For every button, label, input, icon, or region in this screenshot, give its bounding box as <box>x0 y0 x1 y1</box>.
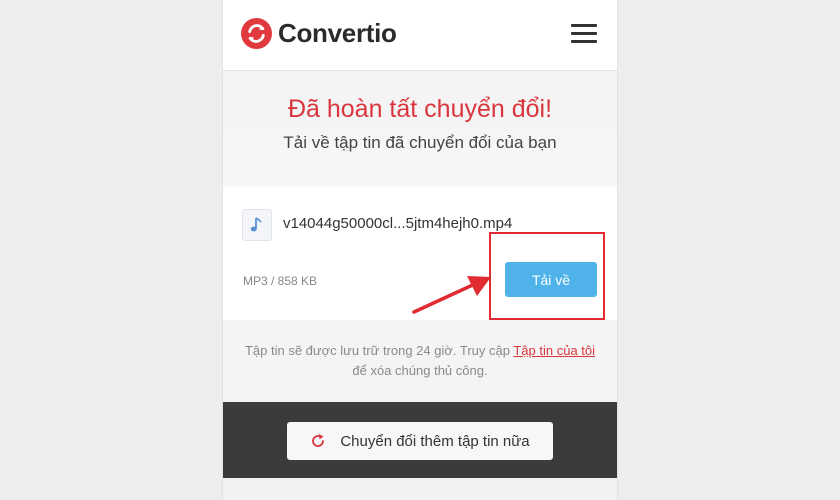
conversion-complete-banner: Đã hoàn tất chuyển đổi! Tải về tập tin đ… <box>223 71 617 187</box>
music-note-icon <box>242 209 272 241</box>
convert-more-label: Chuyển đổi thêm tập tin nữa <box>340 432 530 450</box>
mobile-viewport: Convertio Đã hoàn tất chuyển đổi! Tải về… <box>223 0 617 500</box>
convertio-logo-icon <box>241 18 272 49</box>
file-name: v14044g50000cl...5jtm4hejh0.mp4 <box>283 215 513 232</box>
page-bottom-area <box>223 478 617 500</box>
page-subtitle: Tải về tập tin đã chuyển đổi của bạn <box>283 133 557 152</box>
convert-more-band: Chuyển đổi thêm tập tin nữa <box>223 402 617 478</box>
retention-text-before: Tập tin sẽ được lưu trữ trong 24 giờ. Tr… <box>244 343 514 358</box>
convertio-logo[interactable]: Convertio <box>241 18 397 49</box>
site-header: Convertio <box>223 0 617 71</box>
my-files-link[interactable]: Tập tin của tôi <box>513 343 595 358</box>
retention-info-area: Tập tin sẽ được lưu trữ trong 24 giờ. Tr… <box>223 320 617 402</box>
brand-name: Convertio <box>278 18 397 48</box>
page-title: Đã hoàn tất chuyển đổi! <box>287 95 553 123</box>
annotation-arrow-icon <box>412 276 491 314</box>
file-format-size: MP3 / 858 KB <box>243 274 318 288</box>
download-highlight-box <box>489 232 605 320</box>
hamburger-menu-icon[interactable] <box>571 24 597 44</box>
refresh-icon <box>312 434 325 447</box>
retention-notice: Tập tin sẽ được lưu trữ trong 24 giờ. Tr… <box>243 341 597 381</box>
retention-text-after: để xóa chúng thủ công. <box>352 363 488 378</box>
convert-more-button[interactable]: Chuyển đổi thêm tập tin nữa <box>287 422 553 460</box>
